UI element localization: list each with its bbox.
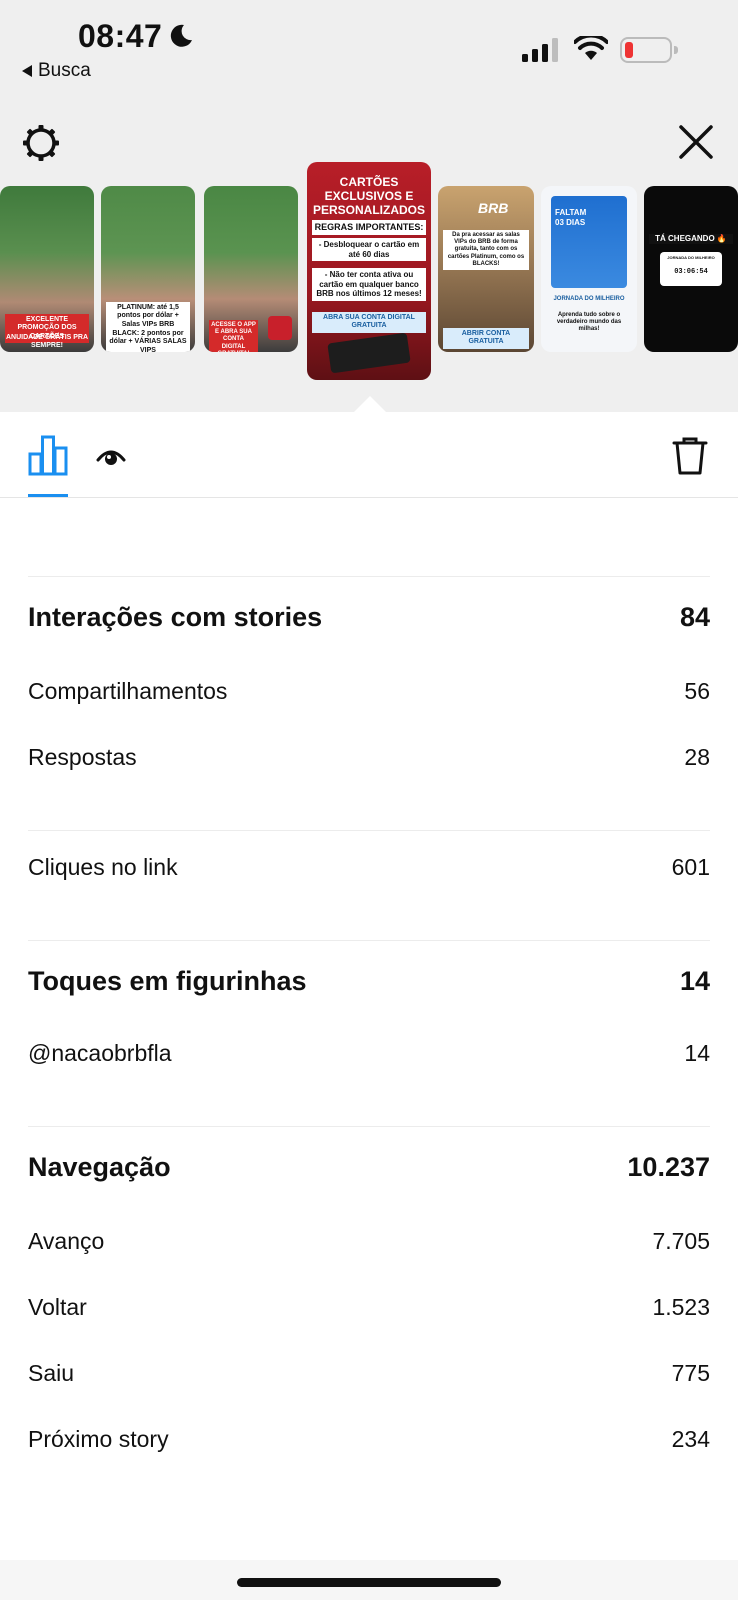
row-value: 14: [679, 966, 710, 996]
back-label: Busca: [38, 60, 91, 81]
insights-tabs: [0, 412, 738, 498]
row-value: 234: [671, 1426, 710, 1452]
forward-row: Avanço 7.705: [28, 1228, 710, 1255]
story-title: CARTÕES EXCLUSIVOS E PERSONALIZADOS: [312, 175, 425, 217]
story-caption: ANUIDADE GRÁTIS PRA SEMPRE!: [5, 334, 89, 350]
cell-signal-icon: [522, 38, 558, 62]
story-caption: - Desbloquear o cartão em até 60 dias: [312, 238, 426, 262]
replies-row: Respostas 28: [28, 744, 710, 771]
stories-interactions-row: Interações com stories 84: [28, 602, 710, 633]
story-caption: ACESSE O APP E ABRA SUA CONTA DIGITAL GR…: [209, 320, 258, 352]
row-value: 1.523: [652, 1294, 710, 1320]
row-label: Avanço: [28, 1228, 105, 1254]
exited-row: Saiu 775: [28, 1360, 710, 1387]
story-thumbnail-selected[interactable]: CARTÕES EXCLUSIVOS E PERSONALIZADOS REGR…: [307, 162, 431, 380]
moon-icon: [170, 24, 192, 47]
row-value: 7.705: [652, 1228, 710, 1254]
row-value: 601: [671, 854, 710, 880]
trash-icon[interactable]: [672, 436, 708, 476]
shares-row: Compartilhamentos 56: [28, 678, 710, 705]
row-label: Compartilhamentos: [28, 678, 228, 704]
story-caption: TÁ CHEGANDO 🔥: [649, 234, 733, 244]
brb-logo-icon: [268, 316, 292, 340]
row-label: Respostas: [28, 744, 137, 770]
story-caption: FALTAM 03 DIAS: [555, 208, 587, 227]
status-bar: 08:47 Busca: [0, 0, 738, 100]
row-label: Navegação: [28, 1152, 171, 1182]
mention-sticker-row: @nacaobrbfla 14: [28, 1040, 710, 1067]
story-cta: ABRA SUA CONTA DIGITAL GRATUITA: [312, 312, 426, 333]
row-value: 84: [679, 602, 710, 632]
story-caption: JORNADA DO MILHEIRO: [667, 255, 715, 260]
story-thumbnail[interactable]: TÁ CHEGANDO 🔥 JORNADA DO MILHEIRO 03:06:…: [644, 186, 738, 352]
section-divider: [28, 1126, 710, 1127]
story-thumbnail[interactable]: EXCELENTE PROMOÇÃO DOS CARTÕES ANUIDADE …: [0, 186, 94, 352]
sticker-taps-row: Toques em figurinhas 14: [28, 966, 710, 997]
close-icon[interactable]: [678, 124, 714, 160]
story-caption: Da pra acessar as salas VIPs do BRB de f…: [443, 230, 529, 270]
row-label: Voltar: [28, 1294, 87, 1320]
back-to-search-link[interactable]: Busca: [22, 60, 91, 82]
battery-icon: [620, 37, 678, 63]
row-label: Cliques no link: [28, 854, 178, 880]
card-image: [327, 332, 411, 374]
active-tab-underline: [28, 494, 68, 497]
story-cta: ABRIR CONTA GRATUITA: [443, 328, 529, 349]
home-indicator[interactable]: [237, 1578, 501, 1587]
row-value: 28: [684, 744, 710, 770]
back-row: Voltar 1.523: [28, 1294, 710, 1321]
row-value: 10.237: [627, 1152, 710, 1182]
settings-gear-icon[interactable]: [22, 124, 60, 162]
insights-panel: Interações com stories 84 Compartilhamen…: [0, 412, 738, 1560]
story-caption: BLACK: 2 pontos por dólar + VÁRIAS SALAS…: [106, 328, 190, 352]
next-story-row: Próximo story 234: [28, 1426, 710, 1453]
eye-icon[interactable]: [96, 446, 126, 468]
brb-brand: BRB: [478, 200, 509, 216]
navigation-row: Navegação 10.237: [28, 1152, 710, 1183]
row-value: 56: [684, 678, 710, 704]
row-label: @nacaobrbfla: [28, 1040, 172, 1066]
story-thumbnail[interactable]: ACESSE O APP E ABRA SUA CONTA DIGITAL GR…: [204, 186, 298, 352]
story-caption: PLATINUM: até 1,5 pontos por dólar + Sal…: [106, 302, 190, 332]
link-clicks-row: Cliques no link 601: [28, 854, 710, 881]
row-label: Toques em figurinhas: [28, 966, 307, 996]
section-divider: [28, 940, 710, 941]
story-caption: Aprenda tudo sobre o verdadeiro mundo da…: [556, 312, 622, 333]
story-thumbnail[interactable]: BRB Da pra acessar as salas VIPs do BRB …: [438, 186, 534, 352]
row-label: Interações com stories: [28, 602, 323, 632]
clock: 08:47: [78, 18, 163, 54]
row-value: 775: [671, 1360, 710, 1386]
story-thumbnail[interactable]: FALTAM 03 DIAS JORNADA DO MILHEIRO Apren…: [541, 186, 637, 352]
story-thumbnail[interactable]: PLATINUM: até 1,5 pontos por dólar + Sal…: [101, 186, 195, 352]
bar-chart-icon[interactable]: [28, 434, 68, 476]
section-divider: [28, 576, 710, 577]
row-label: Próximo story: [28, 1426, 169, 1452]
wifi-icon: [574, 36, 608, 60]
row-label: Saiu: [28, 1360, 75, 1386]
back-arrow-icon: [22, 65, 32, 77]
stories-carousel[interactable]: EXCELENTE PROMOÇÃO DOS CARTÕES ANUIDADE …: [0, 162, 738, 382]
countdown-value: 03:06:54: [674, 268, 708, 276]
row-value: 14: [684, 1040, 710, 1066]
section-divider: [28, 830, 710, 831]
story-caption: - Não ter conta ativa ou cartão em qualq…: [312, 268, 426, 301]
story-caption: REGRAS IMPORTANTES:: [312, 220, 426, 235]
story-caption: JORNADA DO MILHEIRO: [553, 296, 625, 302]
